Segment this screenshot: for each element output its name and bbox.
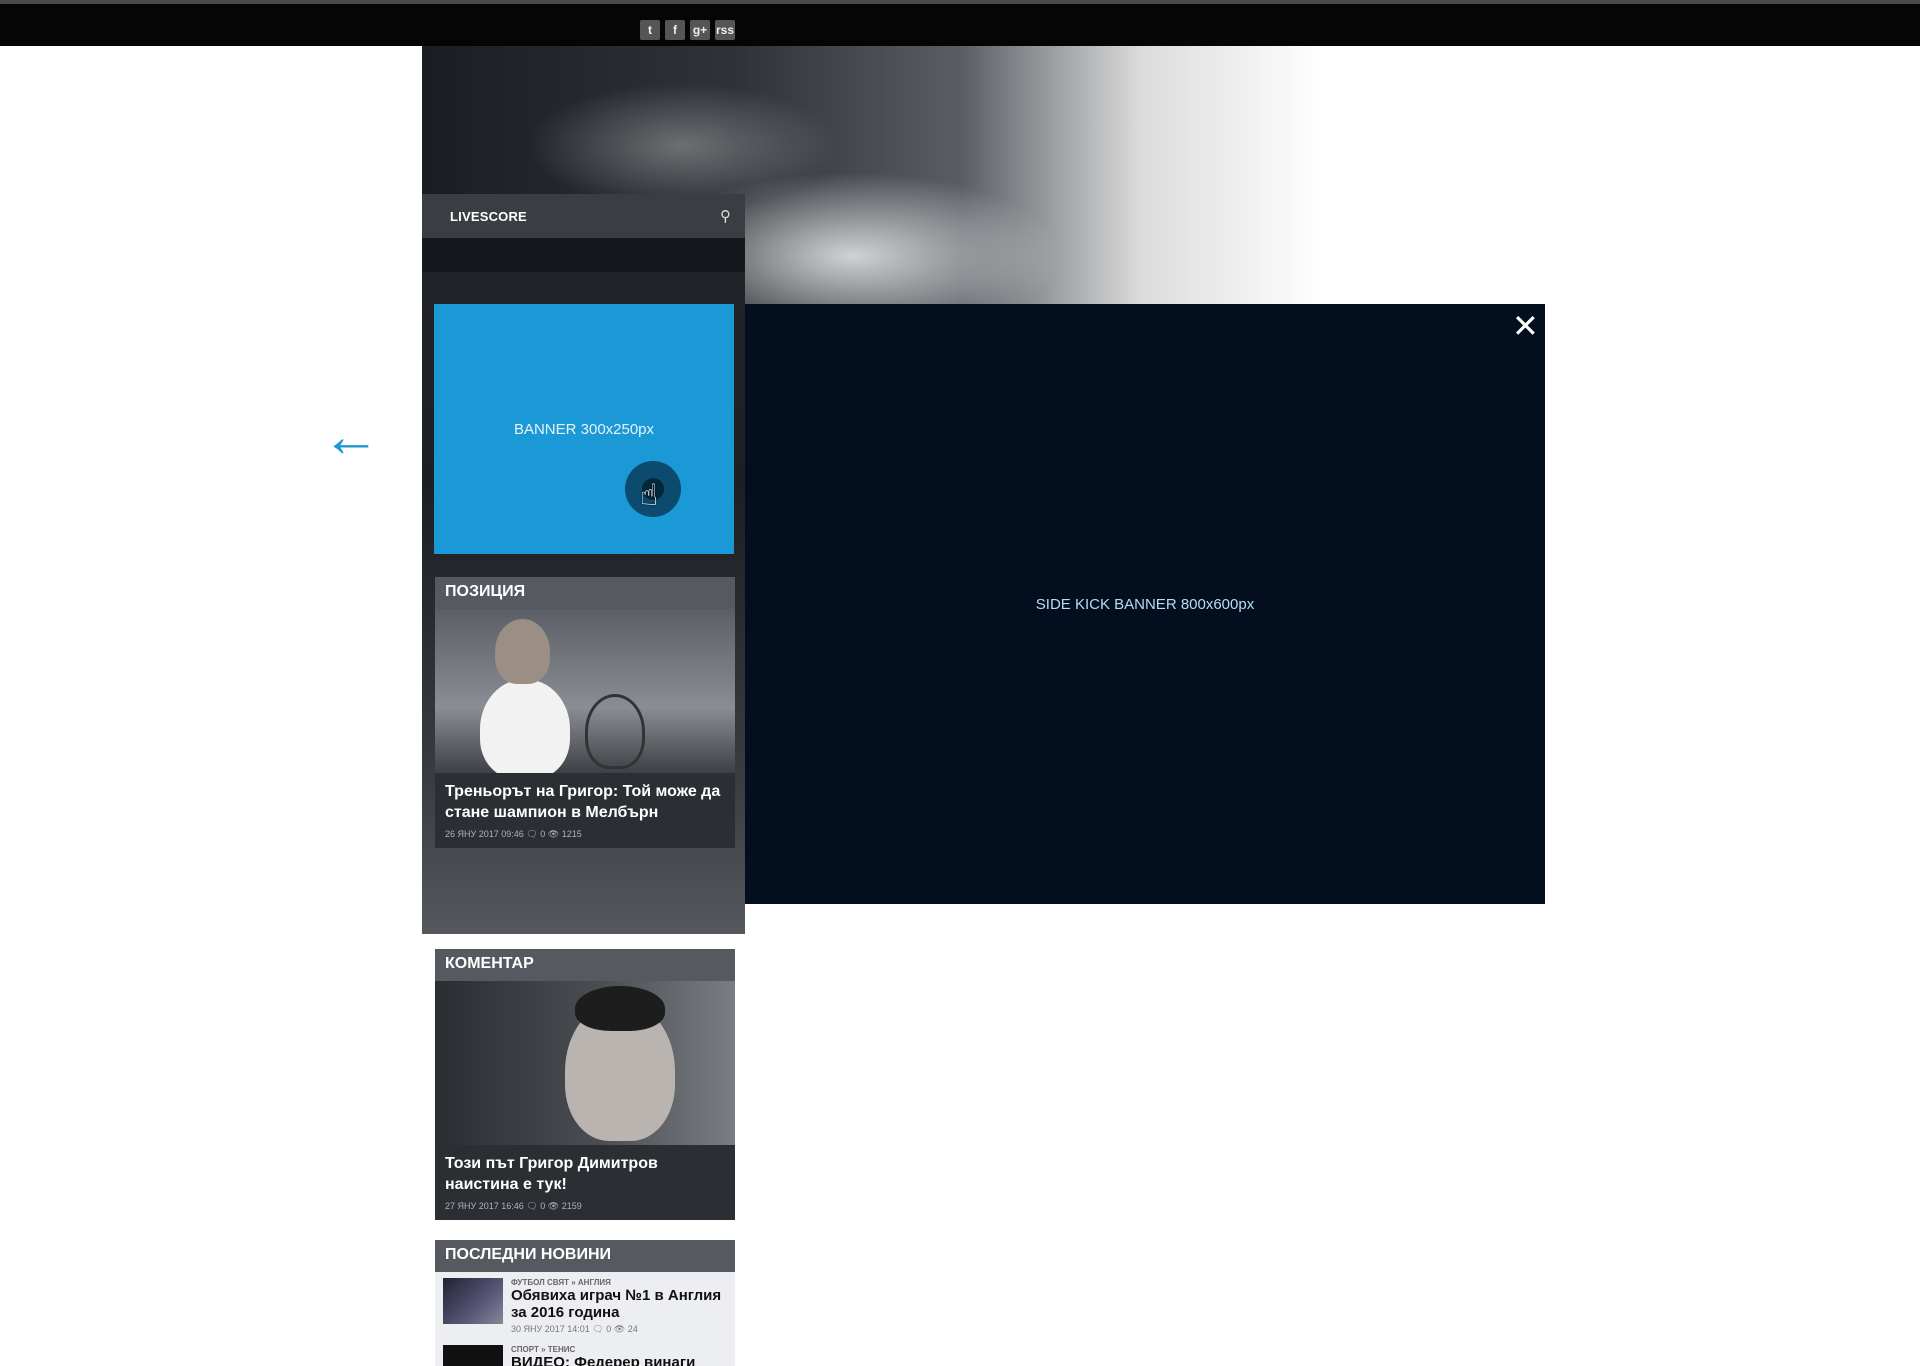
comment-count: 0 xyxy=(606,1324,612,1334)
eye-icon: 👁 xyxy=(547,829,560,839)
top-bar: t f g+ rss xyxy=(0,0,1920,46)
banner-label: BANNER 300x250px xyxy=(513,420,655,438)
view-count: 1215 xyxy=(561,829,582,839)
article-title[interactable]: Треньорът на Григор: Той може да стане ш… xyxy=(435,773,735,827)
google-plus-icon[interactable]: g+ xyxy=(690,20,710,40)
article-card[interactable]: ПОЗИЦИЯ Треньорът на Григор: Той може да… xyxy=(435,577,735,848)
sidekick-banner-800x600[interactable]: SIDE KICK BANNER 800x600px xyxy=(745,304,1545,904)
article-meta: 26 ЯНУ 2017 09:46 🗨 0 👁 1215 xyxy=(435,827,735,848)
article-title[interactable]: Този път Григор Димитров наистина е тук! xyxy=(435,1145,735,1199)
comment-count: 0 xyxy=(540,1201,546,1211)
article-date: 26 ЯНУ 2017 09:46 xyxy=(445,829,524,839)
news-date: 30 ЯНУ 2017 14:01 xyxy=(511,1324,590,1334)
latest-news: ПОСЛЕДНИ НОВИНИ ФУТБОЛ СВЯТ » АНГЛИЯ Обя… xyxy=(435,1240,735,1366)
close-icon[interactable]: ✕ xyxy=(1512,310,1539,342)
news-category[interactable]: СПОРТ » ТЕНИС xyxy=(511,1345,727,1354)
search-icon[interactable]: ⚲ xyxy=(720,207,731,225)
news-thumbnail[interactable] xyxy=(443,1345,503,1366)
latest-news-title: ПОСЛЕДНИ НОВИНИ xyxy=(435,1240,735,1272)
social-links: t f g+ rss xyxy=(640,20,735,40)
article-photo[interactable] xyxy=(435,981,735,1145)
eye-icon: 👁 xyxy=(613,1324,626,1334)
article-photo[interactable] xyxy=(435,609,735,773)
news-title[interactable]: Обявиха играч №1 в Англия за 2016 година xyxy=(511,1287,727,1321)
view-count: 24 xyxy=(627,1324,638,1334)
sidekick-label: SIDE KICK BANNER 800x600px xyxy=(1035,595,1255,613)
rss-icon[interactable]: rss xyxy=(715,20,735,40)
card-section-title: ПОЗИЦИЯ xyxy=(435,577,735,609)
comment-icon: 🗨 xyxy=(526,1201,538,1211)
news-thumbnail[interactable] xyxy=(443,1278,503,1324)
livescore-bar[interactable]: LIVESCORE ⚲ xyxy=(422,194,745,238)
facebook-icon[interactable]: f xyxy=(665,20,685,40)
hand-cursor-icon: ☝ xyxy=(640,479,659,512)
banner-300x250[interactable]: BANNER 300x250px xyxy=(434,304,734,554)
comment-icon: 🗨 xyxy=(592,1324,604,1334)
comment-icon: 🗨 xyxy=(526,829,538,839)
twitter-icon[interactable]: t xyxy=(640,20,660,40)
comment-count: 0 xyxy=(540,829,546,839)
news-category[interactable]: ФУТБОЛ СВЯТ » АНГЛИЯ xyxy=(511,1278,727,1287)
sub-bar xyxy=(422,238,745,272)
arrow-left-icon[interactable]: ← xyxy=(322,408,380,466)
article-date: 27 ЯНУ 2017 16:46 xyxy=(445,1201,524,1211)
news-meta: 30 ЯНУ 2017 14:01 🗨 0 👁 24 xyxy=(511,1324,727,1335)
livescore-link[interactable]: LIVESCORE xyxy=(450,209,527,224)
article-meta: 27 ЯНУ 2017 16:46 🗨 0 👁 2159 xyxy=(435,1199,735,1220)
list-item[interactable]: ФУТБОЛ СВЯТ » АНГЛИЯ Обявиха играч №1 в … xyxy=(435,1272,735,1339)
list-item[interactable]: СПОРТ » ТЕНИС ВИДЕО: Федерер винаги нами… xyxy=(435,1339,735,1366)
article-card[interactable]: КОМЕНТАР Този път Григор Димитров наисти… xyxy=(435,949,735,1220)
card-section-title: КОМЕНТАР xyxy=(435,949,735,981)
news-title[interactable]: ВИДЕО: Федерер винаги намира xyxy=(511,1354,727,1366)
eye-icon: 👁 xyxy=(547,1201,560,1211)
view-count: 2159 xyxy=(561,1201,582,1211)
